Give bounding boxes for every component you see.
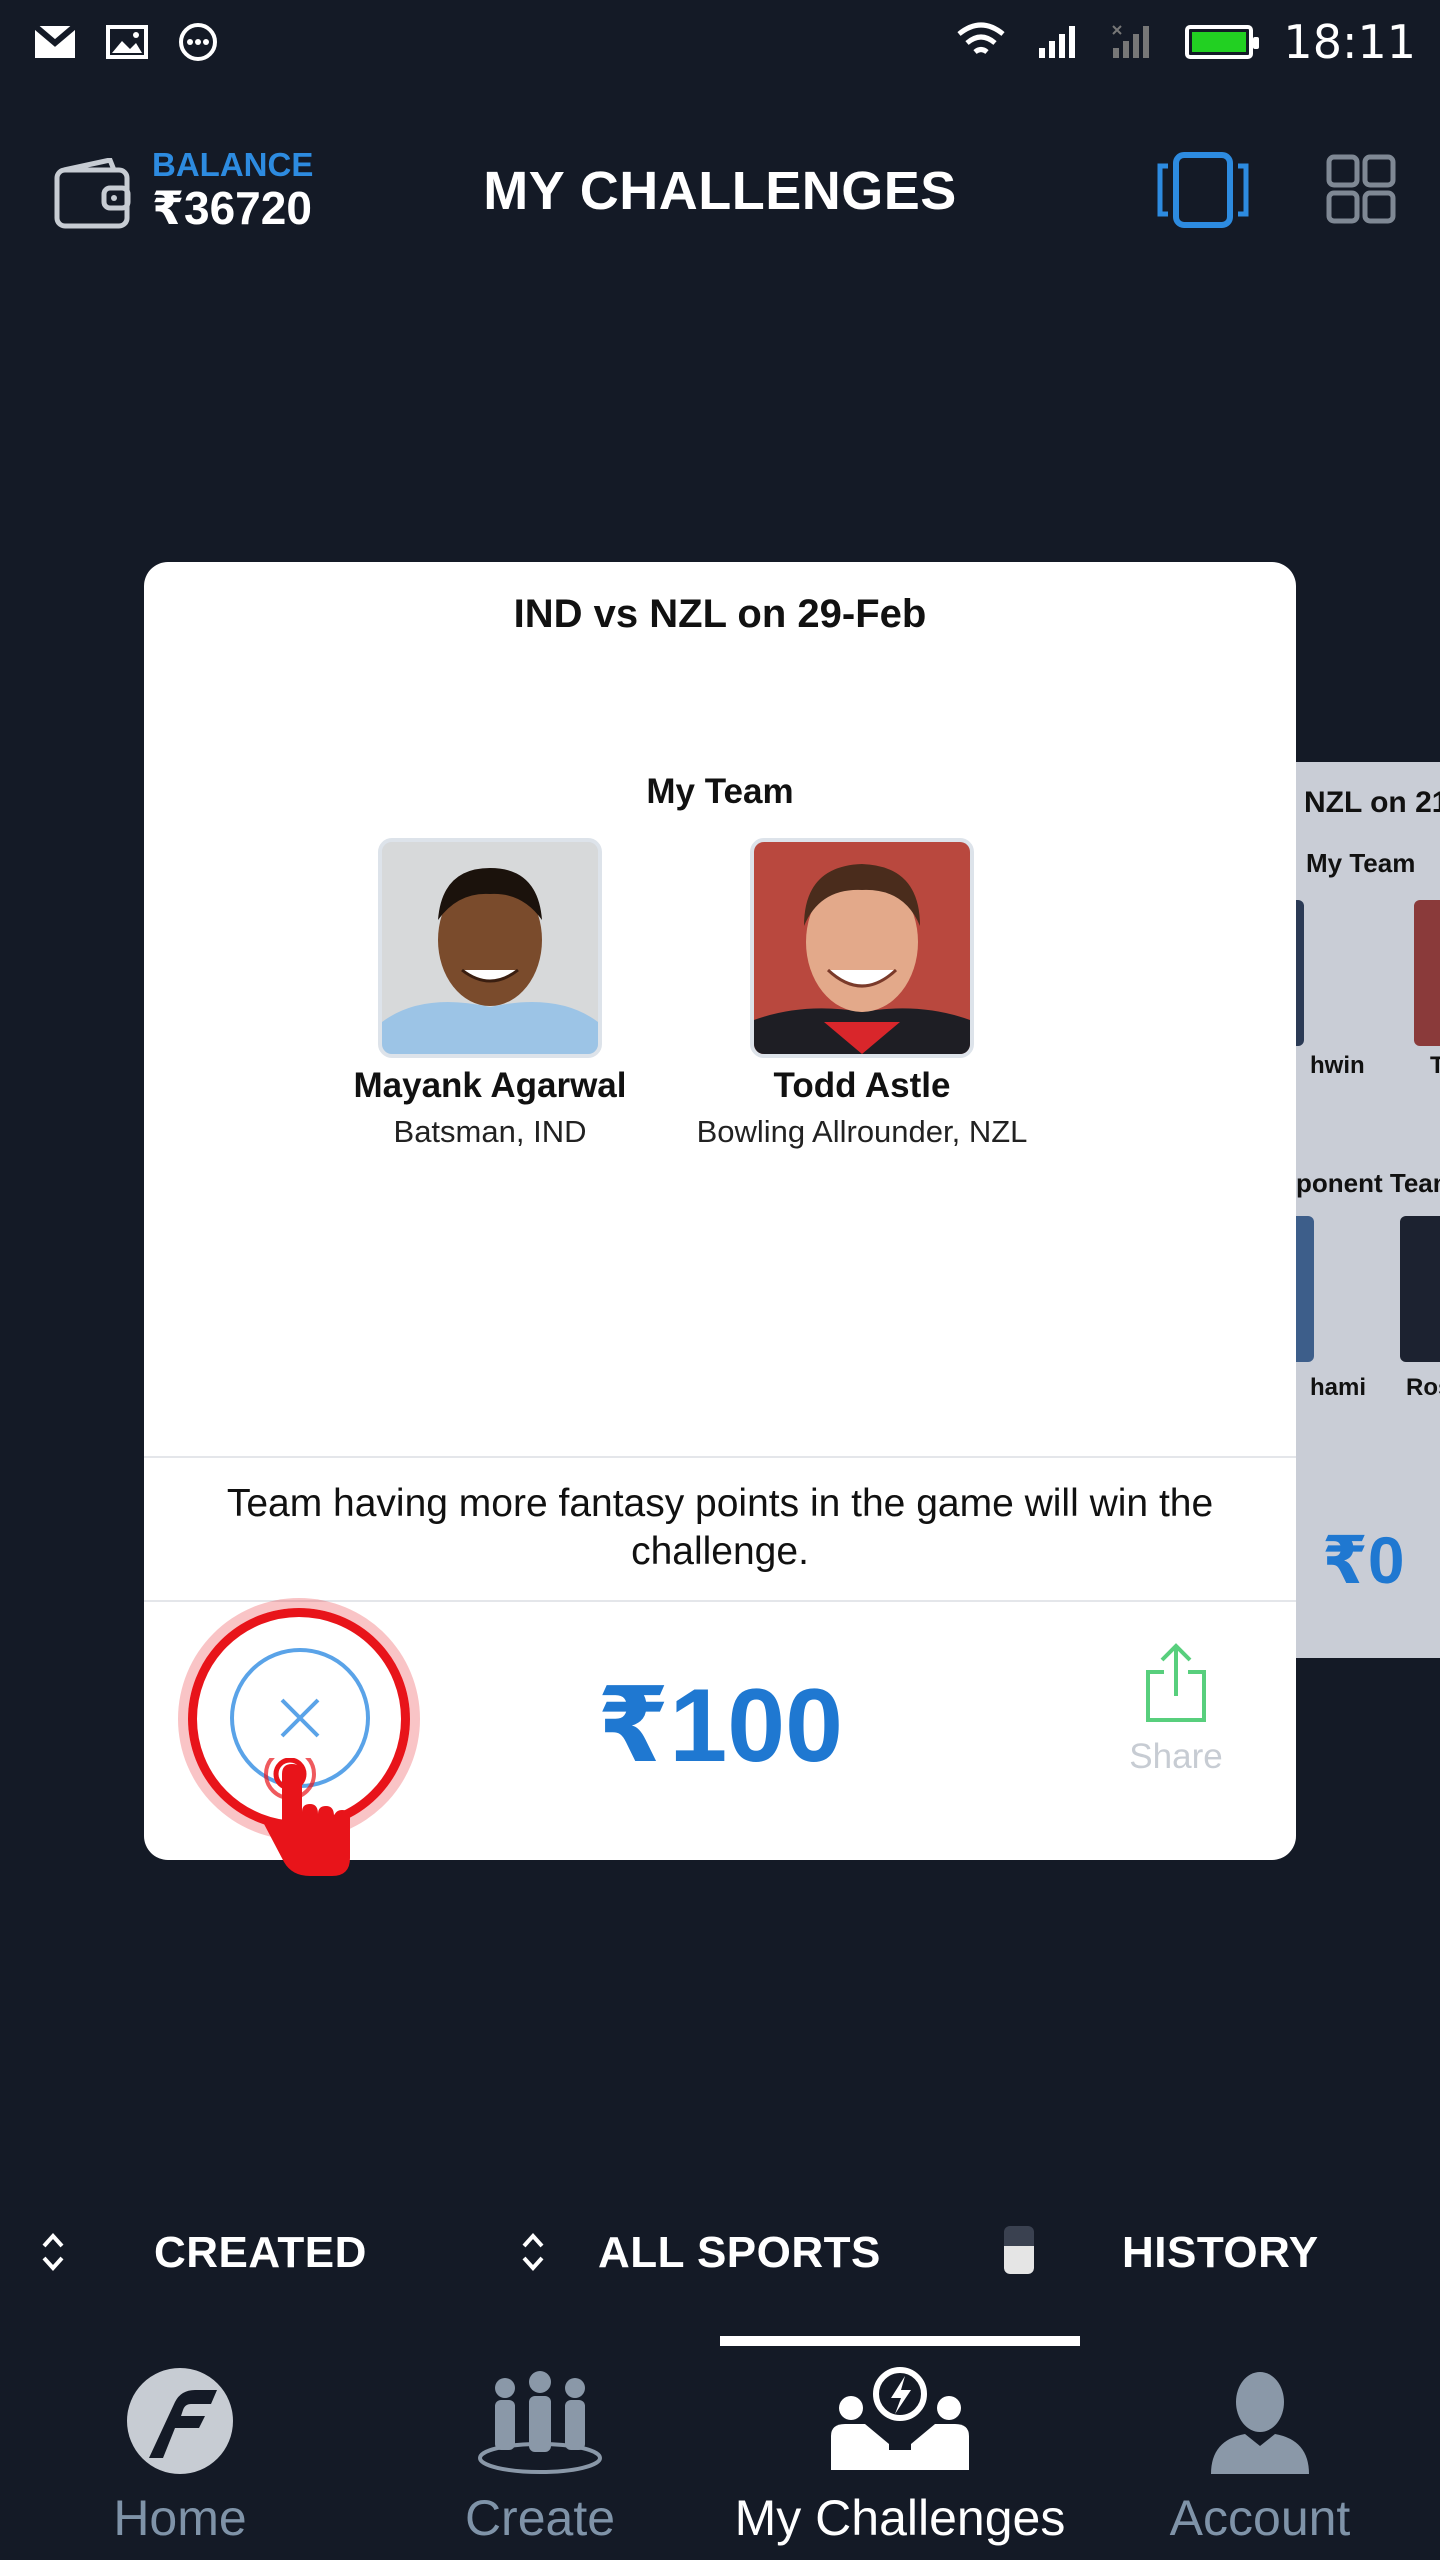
player-card: Todd Astle Bowling Allrounder, NZL <box>672 838 1052 1150</box>
next-card-player-name: T <box>1430 1052 1440 1079</box>
nav-label: My Challenges <box>734 2490 1066 2546</box>
active-tab-indicator <box>720 2336 1080 2346</box>
next-card-opponent-photo <box>1400 1216 1440 1362</box>
history-filter-label: HISTORY <box>1122 2228 1319 2277</box>
status-bar: 18:11 <box>0 0 1440 84</box>
next-card-title: NZL on 21 <box>1304 786 1440 819</box>
wifi-icon <box>957 22 1006 55</box>
next-card-amount: ₹0 <box>1322 1523 1405 1597</box>
more-icon <box>179 23 217 61</box>
nav-label: Create <box>464 2490 616 2546</box>
grid-view-icon[interactable] <box>1326 154 1396 224</box>
challenge-title: IND vs NZL on 29-Feb <box>513 592 927 636</box>
nav-label: Account <box>1169 2490 1351 2546</box>
nav-create[interactable]: Create <box>360 2366 720 2547</box>
divider <box>144 1456 1296 1458</box>
header: BALANCE ₹36720 MY CHALLENGES <box>0 130 1440 250</box>
share-icon <box>1146 1643 1206 1722</box>
history-filter[interactable]: HISTORY <box>1122 2228 1319 2278</box>
nav-label: Home <box>113 2490 247 2546</box>
player-name: Mayank Agarwal <box>353 1066 627 1105</box>
next-card-opponent-name: Ros <box>1406 1374 1440 1401</box>
challenge-rule-text: Team having more fantasy points in the g… <box>226 1482 1214 1573</box>
single-card-view-icon[interactable] <box>1156 152 1250 228</box>
sort-arrows-icon <box>42 2233 64 2271</box>
next-card-team-label: My Team <box>1306 848 1416 878</box>
next-challenge-card[interactable]: NZL on 21 My Team hwin T ponent Team ham… <box>1296 762 1440 1658</box>
next-card-player-photo <box>1414 900 1440 1046</box>
player-name: Todd Astle <box>773 1066 951 1105</box>
my-team-label: My Team <box>646 772 794 811</box>
player-photo <box>750 838 974 1058</box>
next-card-opponent-name: hami <box>1310 1374 1367 1401</box>
signal-off-icon <box>1112 25 1150 58</box>
share-label: Share <box>1129 1737 1223 1776</box>
sports-filter[interactable]: ALL SPORTS <box>598 2228 881 2278</box>
gmail-icon <box>34 25 76 58</box>
next-card-player-name: hwin <box>1310 1052 1365 1079</box>
home-logo-icon <box>127 2368 233 2474</box>
player-card: Mayank Agarwal Batsman, IND <box>300 838 680 1150</box>
share-button[interactable]: Share <box>1116 1642 1236 1777</box>
nav-my-challenges[interactable]: My Challenges <box>720 2366 1080 2547</box>
challenge-icon <box>831 2367 969 2470</box>
next-card-opponent-label: ponent Team <box>1296 1168 1440 1198</box>
created-filter-label: CREATED <box>154 2228 367 2277</box>
next-card-player-photo <box>1296 900 1304 1046</box>
sports-filter-label: ALL SPORTS <box>598 2228 881 2277</box>
signal-icon <box>1039 26 1076 58</box>
divider <box>144 1600 1296 1602</box>
sort-arrows-icon <box>522 2233 544 2271</box>
next-card-opponent-photo <box>1296 1216 1314 1362</box>
created-filter[interactable]: CREATED <box>154 2228 367 2278</box>
challenge-card[interactable]: IND vs NZL on 29-Feb My Team Mayank Agar… <box>144 562 1296 1876</box>
bottom-nav: Home Create My Challenges Account <box>0 2336 1440 2560</box>
nav-account[interactable]: Account <box>1080 2366 1440 2547</box>
history-toggle-icon[interactable] <box>1004 2226 1034 2274</box>
team-icon <box>478 2371 602 2474</box>
player-role: Bowling Allrounder, NZL <box>696 1114 1028 1149</box>
user-icon <box>1211 2372 1309 2474</box>
status-time: 18:11 <box>1283 15 1416 69</box>
filter-bar: CREATED ALL SPORTS HISTORY <box>0 2204 1440 2304</box>
image-icon <box>106 25 148 59</box>
battery-icon <box>1185 25 1260 59</box>
player-photo <box>378 838 602 1058</box>
player-role: Batsman, IND <box>393 1114 587 1149</box>
nav-home[interactable]: Home <box>0 2366 360 2547</box>
